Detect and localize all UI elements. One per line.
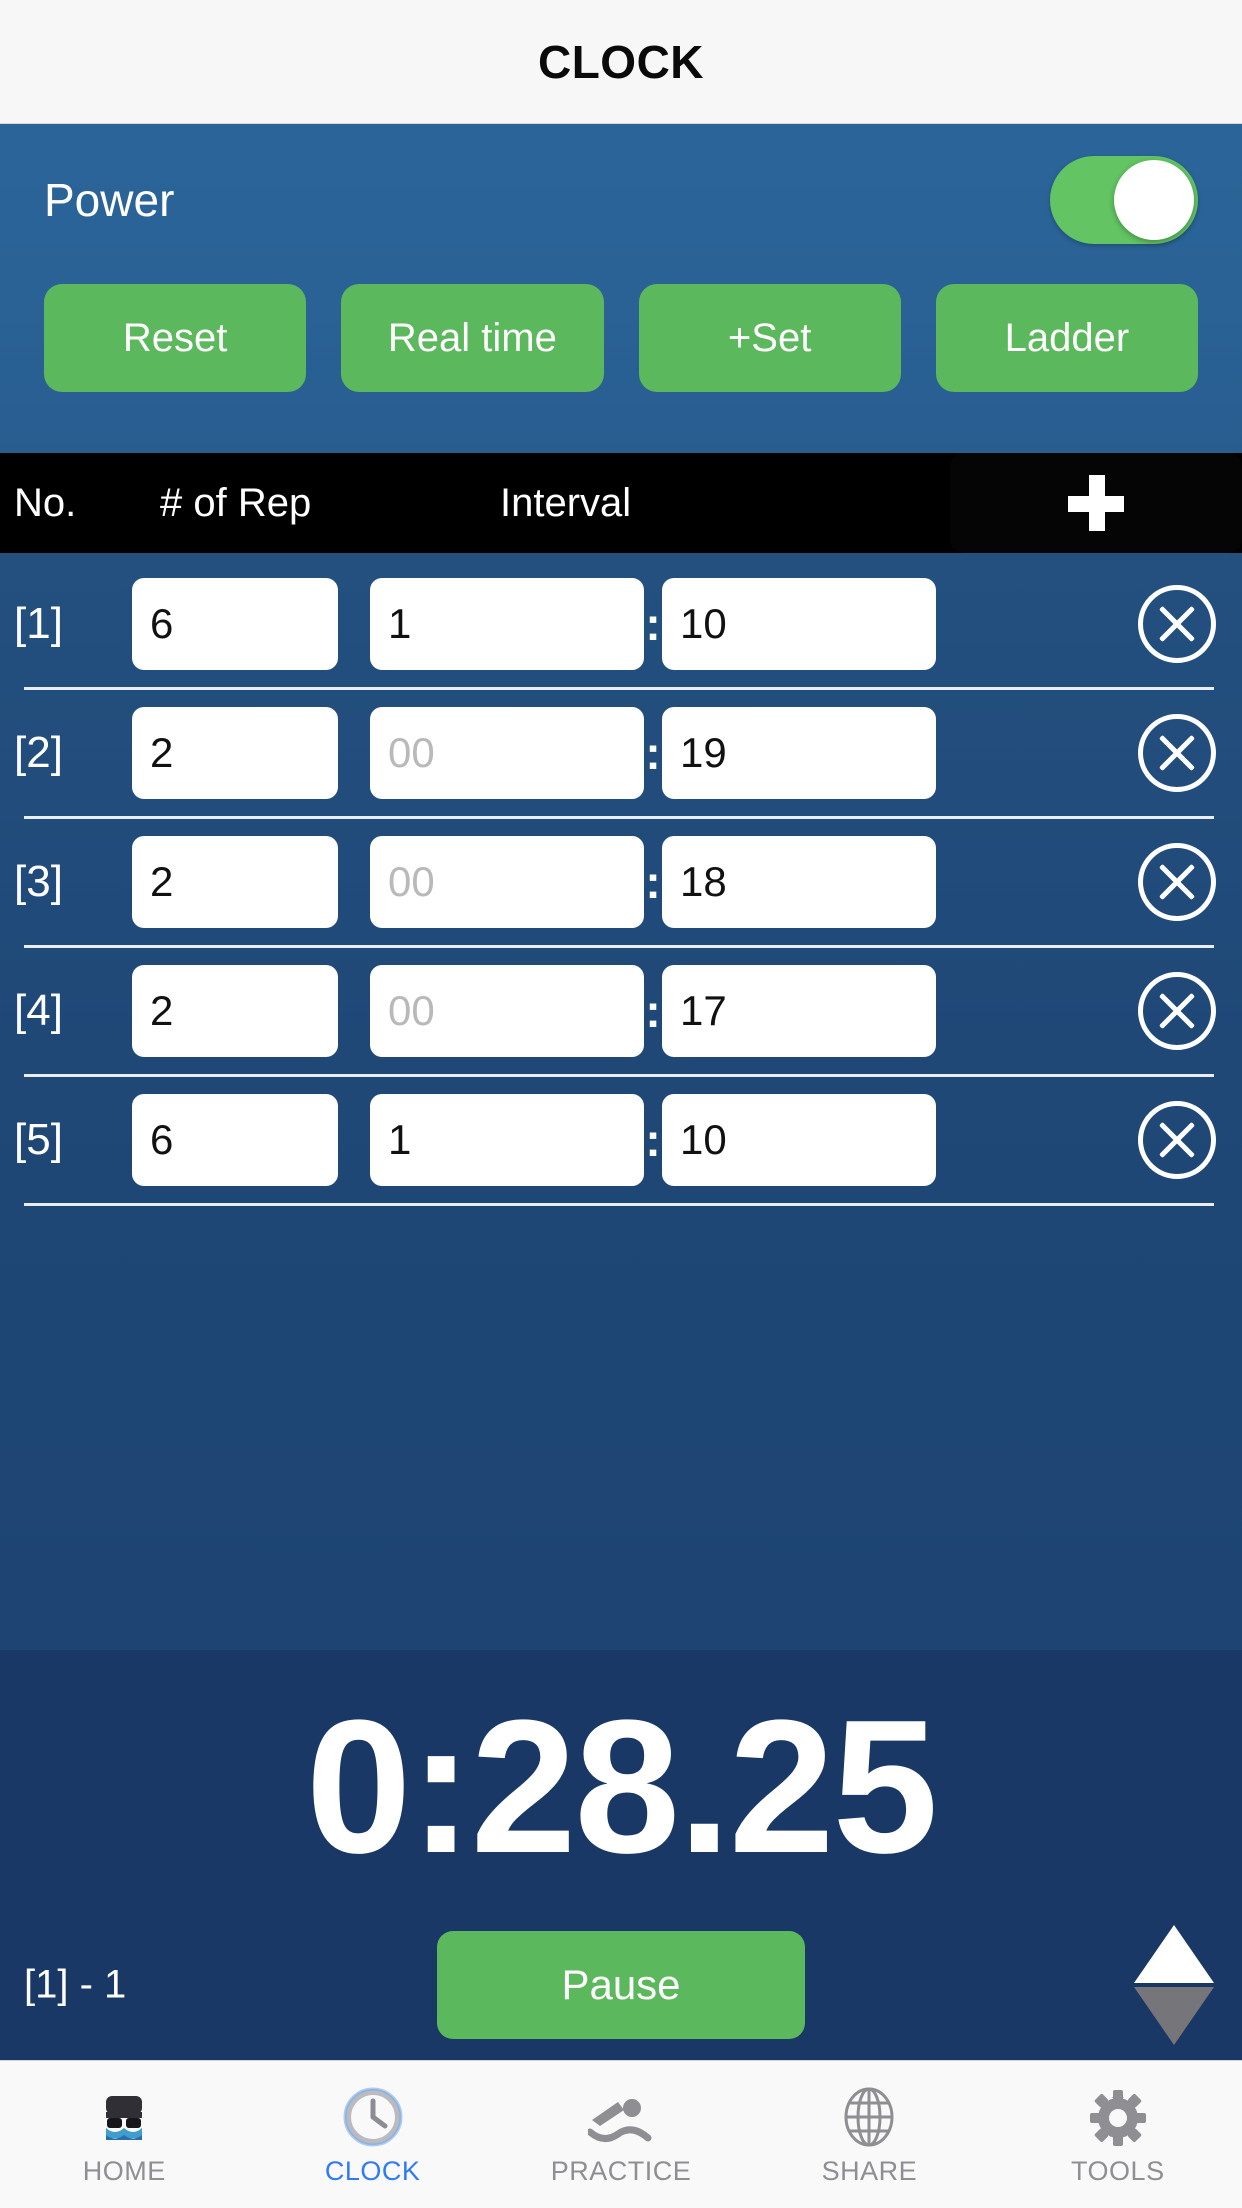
interval-seconds-input[interactable] — [662, 836, 936, 928]
table-row: [2]: — [0, 690, 1242, 816]
pause-button[interactable]: Pause — [437, 1931, 805, 2039]
time-separator: : — [645, 984, 661, 1037]
interval-seconds-input[interactable] — [662, 965, 936, 1057]
navigation-bar: CLOCK — [0, 0, 1242, 124]
close-circle-icon[interactable] — [1138, 1101, 1216, 1179]
tab-clock[interactable]: CLOCK — [248, 2061, 496, 2208]
triangle-down-icon[interactable] — [1134, 1987, 1214, 2045]
interval-seconds-input[interactable] — [662, 707, 936, 799]
tab-label: HOME — [82, 2156, 166, 2186]
value-stepper[interactable] — [1134, 1925, 1214, 2045]
tab-home[interactable]: HOME — [0, 2061, 248, 2208]
add-set-button[interactable]: +Set — [638, 284, 901, 392]
rep-count-input[interactable] — [132, 578, 338, 670]
interval-seconds-input[interactable] — [662, 1094, 936, 1186]
interval-minutes-input[interactable] — [370, 1094, 644, 1186]
table-header: No. # of Rep Interval — [0, 453, 1242, 553]
table-row: [4]: — [0, 948, 1242, 1074]
row-index-label: [2] — [14, 728, 63, 777]
timer-display: 0:28.25 — [305, 1681, 938, 1893]
tab-practice[interactable]: PRACTICE — [497, 2061, 745, 2208]
tab-tools[interactable]: TOOLS — [994, 2061, 1242, 2208]
interval-minutes-input[interactable] — [370, 578, 644, 670]
interval-minutes-input[interactable] — [370, 836, 644, 928]
column-header-reps: # of Rep — [160, 480, 312, 525]
tab-label: PRACTICE — [550, 2156, 692, 2186]
pool-icon — [94, 2082, 154, 2148]
interval-seconds-input[interactable] — [662, 578, 936, 670]
plus-icon — [1068, 475, 1124, 531]
column-header-interval: Interval — [500, 480, 632, 525]
real-time-button[interactable]: Real time — [341, 284, 604, 392]
rep-count-input[interactable] — [132, 1094, 338, 1186]
interval-list: [1]:[2]:[3]:[4]:[5]: — [0, 553, 1242, 1650]
row-index-label: [4] — [14, 986, 63, 1035]
column-header-no: No. — [14, 480, 77, 525]
tab-label: TOOLS — [1071, 2156, 1165, 2186]
toggle-knob — [1114, 160, 1194, 240]
clock-screen: CLOCK Power Reset Real time +Set Ladder … — [0, 0, 1242, 2208]
timer-controls: [1] - 1 Pause — [0, 1910, 1242, 2060]
table-row: [3]: — [0, 819, 1242, 945]
gear-icon — [1088, 2082, 1148, 2148]
interval-minutes-input[interactable] — [370, 707, 644, 799]
time-separator: : — [645, 855, 661, 908]
bottom-tab-bar: HOME CLOCK PRACTICE SHARE TOOLS — [0, 2060, 1242, 2208]
power-row: Power — [44, 124, 1198, 276]
time-separator: : — [645, 1113, 661, 1166]
timer-panel: 0:28.25 [1] - 1 Pause — [0, 1650, 1242, 2060]
power-label: Power — [44, 174, 175, 226]
power-panel: Power Reset Real time +Set Ladder — [0, 124, 1242, 453]
row-index-label: [3] — [14, 857, 63, 906]
page-title: CLOCK — [537, 35, 705, 88]
triangle-up-icon[interactable] — [1134, 1925, 1214, 1983]
table-row: [1]: — [0, 561, 1242, 687]
tab-label: SHARE — [821, 2156, 918, 2186]
rep-count-input[interactable] — [132, 965, 338, 1057]
set-indicator: [1] - 1 — [24, 1962, 127, 2007]
close-circle-icon[interactable] — [1138, 843, 1216, 921]
close-circle-icon[interactable] — [1138, 972, 1216, 1050]
rep-count-input[interactable] — [132, 707, 338, 799]
time-separator: : — [645, 726, 661, 779]
ladder-button[interactable]: Ladder — [935, 284, 1198, 392]
time-separator: : — [645, 597, 661, 650]
tab-share[interactable]: SHARE — [745, 2061, 993, 2208]
rep-count-input[interactable] — [132, 836, 338, 928]
clock-icon — [342, 2082, 404, 2148]
row-index-label: [5] — [14, 1115, 63, 1164]
add-row-button[interactable] — [950, 453, 1242, 553]
table-row: [5]: — [0, 1077, 1242, 1203]
reset-button[interactable]: Reset — [44, 284, 307, 392]
row-index-label: [1] — [14, 599, 63, 648]
globe-icon — [840, 2082, 898, 2148]
close-circle-icon[interactable] — [1138, 585, 1216, 663]
close-circle-icon[interactable] — [1138, 714, 1216, 792]
row-divider — [24, 1203, 1214, 1206]
action-button-row: Reset Real time +Set Ladder — [44, 276, 1198, 392]
interval-minutes-input[interactable] — [370, 965, 644, 1057]
swimmer-icon — [588, 2082, 654, 2148]
power-toggle[interactable] — [1050, 156, 1198, 244]
tab-label: CLOCK — [324, 2156, 421, 2186]
